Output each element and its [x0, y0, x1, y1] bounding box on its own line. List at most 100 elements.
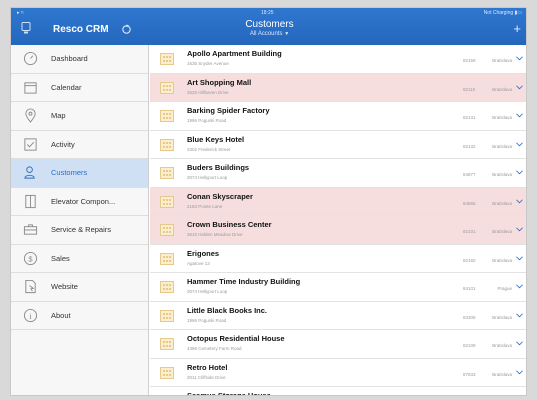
customer-address: 3074 Hellyport Loop [187, 175, 228, 180]
building-icon [160, 395, 174, 396]
chevron-down-icon[interactable] [516, 255, 523, 261]
view-selector[interactable]: All Accounts ▼ [11, 31, 526, 37]
sidebar-item-website[interactable]: Website [11, 273, 148, 302]
sidebar-item-elevator-components[interactable]: Elevator Compon... [11, 188, 148, 216]
building-icon [160, 281, 174, 293]
building-icon [160, 195, 174, 208]
customer-city: Bratislava [492, 257, 512, 263]
customer-address: 3302 Frederick Street [187, 146, 231, 152]
customer-city: Bratislava [492, 172, 512, 177]
customer-city: Bratislava [492, 200, 512, 206]
customer-city: Prague [497, 286, 512, 291]
building-icon [160, 110, 174, 122]
customer-address: 4396 Cemetery Farm Road [187, 346, 242, 351]
list-item[interactable]: Little Black Books Inc. 1966 Poguski Road… [150, 302, 526, 330]
customer-name: Buders Buildings [187, 163, 250, 172]
customer-city: Bratislava [492, 58, 512, 63]
dollar-icon: $ [23, 251, 38, 265]
customer-city: Bratislava [492, 229, 512, 234]
sidebar-item-label: Map [51, 111, 66, 121]
checklist-icon [24, 138, 37, 151]
customer-zip: 84877 [463, 172, 476, 177]
customer-city: Bratislava [492, 143, 512, 149]
customer-name: Hammer Time Industry Building [187, 277, 301, 286]
chevron-down-icon[interactable] [516, 84, 523, 90]
chevron-down-icon[interactable] [516, 369, 523, 375]
chevron-down-icon: ▼ [284, 31, 290, 37]
elevator-icon [25, 194, 36, 208]
customer-zip: 83306 [463, 314, 476, 320]
list-item[interactable]: Buders Buildings 3074 Hellyport Loop 84877… [150, 159, 526, 188]
customer-zip: 82131 [463, 115, 476, 120]
sidebar-item-label: Calendar [51, 82, 82, 92]
chevron-down-icon[interactable] [516, 198, 523, 204]
customer-city: Bratislava [492, 371, 512, 377]
customer-address: Agatove 13 [187, 260, 210, 266]
customer-address: 3011 Cliffside Drive [187, 374, 226, 380]
sidebar-item-customers[interactable]: Customers [11, 159, 148, 188]
calendar-icon [24, 82, 37, 94]
customer-zip: 87833 [463, 371, 476, 377]
list-item[interactable]: Hammer Time Industry Building 3074 Hellyp… [150, 273, 526, 302]
customer-city: Bratislava [492, 314, 512, 320]
customer-name: Art Shopping Mall [187, 77, 252, 87]
chevron-down-icon[interactable] [516, 56, 523, 61]
info-icon: i [23, 308, 38, 322]
svg-text:$: $ [28, 254, 33, 263]
customer-zip: 82101 [463, 229, 476, 234]
customer-name: Conan Skyscraper [187, 191, 253, 201]
customer-address: 2525 Hillhaven Drive [187, 89, 229, 95]
customers-icon [24, 166, 35, 179]
list-item[interactable]: Blue Keys Hotel 3302 Frederick Street 8213… [150, 131, 526, 159]
sidebar-item-label: Customers [51, 168, 88, 178]
building-icon [160, 81, 174, 94]
list-item[interactable]: Conan Skyscraper 2183 Pointe Lane 84565 Bra… [150, 187, 526, 216]
sidebar-item-label: Sales [51, 253, 70, 263]
chevron-down-icon[interactable] [516, 284, 523, 289]
list-item[interactable]: Art Shopping Mall 2525 Hillhaven Drive 821… [150, 73, 526, 102]
sidebar-item-sales[interactable]: $ Sales [11, 245, 148, 273]
customer-name: Erigones [187, 248, 220, 258]
list-item[interactable]: Retro Hotel 3011 Cliffside Drive 87833 Brat… [150, 359, 526, 387]
chevron-down-icon[interactable] [516, 227, 523, 232]
customer-name: Crown Business Center [187, 220, 272, 229]
chevron-down-icon[interactable] [516, 170, 523, 175]
website-icon [25, 280, 36, 294]
customer-zip: 82109 [463, 343, 476, 348]
sidebar-item-calendar[interactable]: Calendar [11, 74, 148, 102]
chevron-down-icon[interactable] [516, 141, 523, 147]
sidebar-item-about[interactable]: i About [11, 302, 148, 330]
chevron-down-icon[interactable] [516, 312, 523, 318]
list-item[interactable]: Barking Spider Factory 1966 Poguski Road 8… [150, 102, 526, 131]
customer-city: Bratislava [492, 115, 512, 120]
list-item[interactable]: Erigones Agatove 13 82160 Bratislava [150, 245, 526, 273]
chevron-down-icon[interactable] [516, 113, 523, 118]
building-icon [160, 309, 174, 322]
building-icon [160, 138, 174, 151]
chevron-down-icon[interactable] [516, 341, 523, 346]
list-item[interactable]: Apollo Apartment Building 1635 Snyder Ave… [150, 45, 526, 74]
customer-zip: 84565 [463, 200, 476, 206]
customer-name: Apollo Apartment Building [187, 49, 282, 58]
customer-address: 3610 Hidden Meadow Drive [187, 232, 243, 237]
customer-list: Apollo Apartment Building 1635 Snyder Ave… [150, 45, 526, 396]
map-pin-icon [25, 108, 36, 124]
list-item[interactable]: Octopus Residential House 4396 Cemetery F… [150, 330, 526, 359]
customer-address: 1966 Poguski Road [187, 118, 227, 123]
customer-address: 2183 Pointe Lane [187, 203, 223, 209]
status-signal: ▸ ≈ [17, 10, 24, 16]
sidebar-item-service-repairs[interactable]: Service & Repairs [11, 216, 148, 245]
list-item[interactable]: Crown Business Center 3610 Hidden Meadow … [150, 216, 526, 245]
list-item[interactable]: Seamus Storage House [150, 387, 526, 396]
sidebar-item-activity[interactable]: Activity [11, 131, 148, 159]
sidebar-item-map[interactable]: Map [11, 102, 148, 131]
sidebar-item-label: Elevator Compon... [51, 196, 116, 206]
customer-name: Blue Keys Hotel [187, 134, 245, 144]
add-icon[interactable]: + [513, 22, 521, 35]
customer-name: Retro Hotel [187, 362, 228, 372]
sidebar-item-dashboard[interactable]: Dashboard [11, 45, 148, 74]
ipad-screen: ▸ ≈ 18:25 Not Charging ▮▭ Resco CRM Cust… [10, 7, 527, 396]
sidebar: Dashboard Calendar Map Activity Customer… [11, 45, 149, 395]
customer-zip: 82132 [463, 143, 476, 149]
building-icon [160, 338, 174, 350]
